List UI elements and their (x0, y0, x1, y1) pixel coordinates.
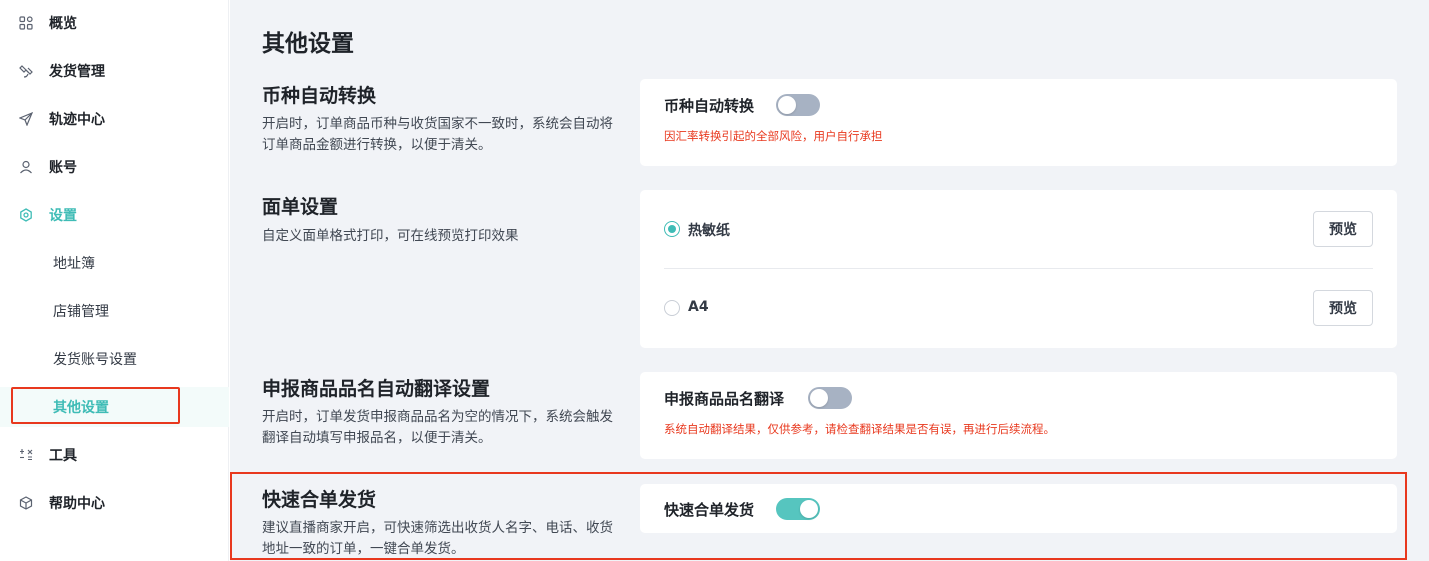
user-icon (18, 159, 34, 175)
merge-toggle-label: 快速合单发货 (664, 501, 755, 519)
sidebar-item-label: 工具 (49, 448, 77, 464)
sidebar-item-label: 其他设置 (53, 400, 109, 416)
preview-button-a4[interactable]: 预览 (1313, 290, 1373, 326)
label-settings-card: 热敏纸 预览 A4 预览 (640, 190, 1397, 348)
sidebar-item-label: 帮助中心 (49, 496, 105, 512)
currency-toggle[interactable] (776, 94, 820, 116)
section-title-merge: 快速合单发货 (262, 489, 377, 511)
sidebar-item-overview[interactable]: 概览 (0, 3, 229, 43)
radio-a4[interactable] (664, 300, 680, 316)
merge-toggle[interactable] (776, 498, 820, 520)
preview-button-thermal[interactable]: 预览 (1313, 211, 1373, 247)
section-title-currency: 币种自动转换 (262, 85, 377, 107)
divider (664, 268, 1373, 269)
sidebar-item-address-book[interactable]: 地址簿 (0, 243, 229, 283)
currency-warning: 因汇率转换引起的全部风险，用户自行承担 (664, 129, 883, 143)
translate-toggle[interactable] (808, 387, 852, 409)
sidebar-item-label: 账号 (49, 160, 77, 176)
section-title-translate: 申报商品品名自动翻译设置 (262, 378, 491, 400)
sidebar: 概览 发货管理 轨迹中心 账号 设置 地址簿 店铺管理 发货账号设置 其他设置 (0, 0, 229, 561)
radio-label-thermal: 热敏纸 (688, 223, 730, 239)
box-icon (18, 495, 34, 511)
sidebar-item-shipping-account[interactable]: 发货账号设置 (0, 339, 229, 379)
sidebar-item-help[interactable]: 帮助中心 (0, 483, 229, 523)
sidebar-item-account[interactable]: 账号 (0, 147, 229, 187)
sidebar-item-label: 发货账号设置 (53, 352, 137, 368)
merge-card: 快速合单发货 (640, 484, 1397, 533)
sidebar-item-other-settings[interactable]: 其他设置 (0, 387, 229, 427)
sidebar-item-label: 轨迹中心 (49, 112, 105, 128)
section-desc-label: 自定义面单格式打印，可在线预览打印效果 (262, 228, 519, 244)
main-content: 其他设置 币种自动转换 开启时，订单商品币种与收货国家不一致时，系统会自动将订单… (230, 0, 1429, 561)
section-desc-merge: 建议直播商家开启，可快速筛选出收货人名字、电话、收货地址一致的订单，一键合单发货… (262, 520, 613, 557)
sidebar-item-label: 设置 (49, 208, 77, 224)
sidebar-item-shipping[interactable]: 发货管理 (0, 51, 229, 91)
sidebar-item-shop-management[interactable]: 店铺管理 (0, 291, 229, 331)
sidebar-item-label: 概览 (49, 16, 77, 32)
grid-icon (18, 15, 34, 31)
sidebar-item-tools[interactable]: 工具 (0, 435, 229, 475)
settings-icon (18, 207, 34, 223)
page-title: 其他设置 (262, 31, 354, 57)
currency-toggle-label: 币种自动转换 (664, 97, 755, 115)
toggle-knob (810, 389, 828, 407)
section-title-label: 面单设置 (262, 196, 339, 218)
sidebar-item-settings[interactable]: 设置 (0, 195, 229, 235)
radio-label-a4: A4 (688, 299, 709, 315)
send-icon (18, 111, 34, 127)
sidebar-item-label: 发货管理 (49, 64, 105, 80)
toggle-knob (800, 500, 818, 518)
translate-card: 申报商品品名翻译 系统自动翻译结果，仅供参考，请检查翻译结果是否有误，再进行后续… (640, 372, 1397, 459)
radio-thermal[interactable] (664, 221, 680, 237)
tools-icon (18, 447, 34, 463)
section-desc-currency: 开启时，订单商品币种与收货国家不一致时，系统会自动将订单商品金额进行转换，以便于… (262, 116, 613, 153)
section-desc-translate: 开启时，订单发货申报商品品名为空的情况下，系统会触发翻译自动填写申报品名，以便于… (262, 409, 613, 446)
translate-warning: 系统自动翻译结果，仅供参考，请检查翻译结果是否有误，再进行后续流程。 (664, 422, 1055, 436)
currency-card: 币种自动转换 因汇率转换引起的全部风险，用户自行承担 (640, 79, 1397, 166)
sidebar-item-tracking[interactable]: 轨迹中心 (0, 99, 229, 139)
toggle-knob (778, 96, 796, 114)
sidebar-item-label: 地址簿 (53, 256, 95, 272)
satellite-icon (18, 63, 34, 79)
sidebar-item-label: 店铺管理 (53, 304, 109, 320)
translate-toggle-label: 申报商品品名翻译 (664, 390, 785, 408)
